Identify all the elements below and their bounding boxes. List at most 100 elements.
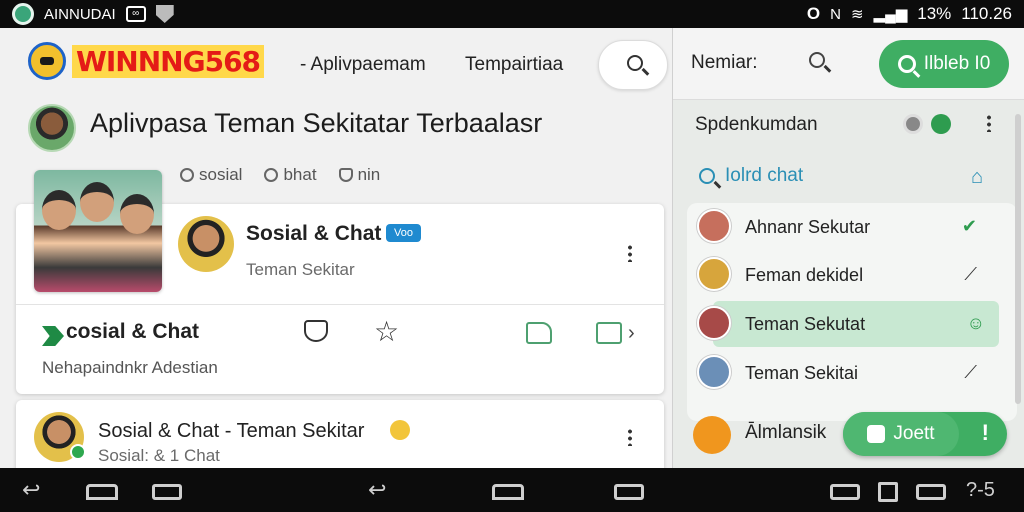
back-icon[interactable]: ↩ [368, 478, 386, 502]
person-face [42, 190, 76, 230]
alarm-icon: O [806, 4, 821, 23]
shield-icon [155, 5, 174, 23]
brand-arrow-icon [42, 326, 64, 346]
profile-avatar[interactable] [28, 104, 76, 152]
battery-percent: 13% [917, 4, 952, 23]
bottom-label: Ālmlansik [745, 422, 827, 443]
recents-icon[interactable] [916, 484, 946, 500]
tag-icon [180, 168, 194, 182]
search-friends-label: Ilbleb I0 [923, 53, 991, 74]
avatar [697, 355, 731, 389]
chat-search-icon [699, 168, 715, 184]
grid-icon[interactable] [878, 482, 898, 502]
status-badge: Voo [386, 224, 421, 242]
brand-logo[interactable]: WINNNG568 [28, 42, 265, 80]
main-panel: WINNNG568 - Aplivpaemam Tempairtiaa Apli… [0, 28, 672, 496]
join-button[interactable]: Joett ! [843, 412, 1007, 456]
avatar [697, 209, 731, 243]
chip-like[interactable]: nin [338, 165, 381, 185]
section-title: cosial & Chat [66, 320, 200, 343]
search-icon [897, 55, 916, 73]
chat-link[interactable]: Iolrd chat [725, 165, 803, 187]
heart-icon [338, 168, 353, 182]
chat-bubble-icon: ☺ [966, 313, 985, 333]
list-item-active[interactable]: Teman Sekutat ☺ [713, 301, 999, 347]
person-face [120, 194, 154, 234]
status-app-name: AINNUDAI [44, 5, 116, 23]
header-link-friends[interactable]: Tempairtiaa [465, 54, 563, 76]
heart-icon[interactable] [304, 320, 328, 342]
calendar-icon[interactable] [596, 322, 622, 344]
home-icon[interactable] [86, 484, 118, 500]
chevron-right-icon[interactable]: › [628, 322, 635, 345]
search-icon [627, 55, 643, 71]
action-chips: sosial bhat nin [180, 165, 380, 185]
join-left[interactable]: Joett [843, 412, 959, 456]
side-panel-header: Nemiar: Ilbleb I0 [673, 28, 1024, 100]
back-icon[interactable]: ↩ [22, 478, 40, 502]
app-notification-icon [12, 3, 34, 25]
page-title: Aplivpasa Teman Sekitatar Terbaalasr [90, 108, 543, 138]
friend-name: Teman Sekutat [745, 314, 866, 334]
more-options-icon[interactable] [628, 428, 632, 446]
check-icon: ✔ [961, 216, 977, 236]
card-title: Sosial & Chat [246, 222, 382, 245]
more-options-icon[interactable] [987, 114, 991, 132]
avatar [697, 306, 731, 340]
search-button[interactable] [598, 40, 668, 90]
list-item[interactable]: Ahnanr Sekutar ✔ [673, 204, 1003, 250]
chip-chat[interactable]: bhat [264, 165, 317, 185]
wifi-icon: ≋ [850, 6, 864, 23]
logo-text: WINNNG568 [72, 44, 265, 78]
more-options-icon[interactable] [628, 244, 632, 262]
chip-chat-label: bhat [283, 165, 317, 184]
keyboard-icon[interactable] [830, 484, 860, 500]
status-bar: AINNUDAI ∞ O N ≋ ▂▄▆ 13% 110.26 [0, 0, 1024, 28]
online-indicator [70, 444, 86, 460]
orange-app-icon[interactable] [693, 416, 731, 454]
card-subtitle: Teman Sekitar [246, 260, 355, 279]
search-icon[interactable] [809, 52, 825, 68]
mute-icon: N [830, 5, 841, 23]
search-friends-button[interactable]: Ilbleb I0 [879, 40, 1009, 88]
alert-icon[interactable]: ! [982, 420, 989, 446]
status-left: AINNUDAI ∞ [12, 3, 174, 25]
nav-right-text: ?-5 [966, 479, 995, 501]
friend-name: Feman dekidel [745, 265, 864, 285]
chip-social[interactable]: sosial [180, 165, 242, 185]
status-right: O N ≋ ▂▄▆ 13% 110.26 [807, 4, 1012, 24]
divider [16, 304, 664, 305]
recents-icon[interactable] [152, 484, 182, 500]
chip-social-label: sosial [199, 165, 243, 184]
star-icon[interactable]: ☆ [374, 318, 399, 346]
join-icon [867, 425, 886, 443]
chip-like-label: nin [357, 165, 381, 184]
section-subtitle: Nehapaindnkr Adestian [42, 358, 218, 377]
section-label: Spdenkumdan [695, 114, 818, 135]
clock: 110.26 [961, 4, 1012, 23]
list-item[interactable]: Teman Sekitai ⟋ [673, 350, 1003, 396]
navigation-bar: ↩ ↩ ?-5 [0, 468, 1024, 512]
edit-icon: ⟋ [964, 362, 977, 382]
group-photo[interactable] [34, 170, 162, 292]
friend-name: Ahnanr Sekutar [745, 217, 871, 237]
card-subtitle: Sosial: & 1 Chat [98, 446, 220, 465]
toggle-on-icon[interactable] [931, 114, 951, 134]
header-link-apps[interactable]: - Aplivpaemam [300, 54, 426, 76]
join-label: Joett [893, 423, 935, 444]
search-label: Nemiar: [691, 52, 758, 73]
mascot-icon [28, 42, 66, 80]
recents-icon[interactable] [614, 484, 644, 500]
smiley-icon [390, 420, 410, 440]
bookmark-icon[interactable] [526, 322, 552, 344]
person-face [80, 182, 114, 222]
chat-icon [264, 168, 279, 182]
toggle-off-icon[interactable] [903, 114, 923, 134]
link-icon[interactable]: ⌂ [971, 166, 983, 189]
avatar [697, 257, 731, 291]
list-item[interactable]: Feman dekidel ⟋ [673, 252, 1003, 298]
scrollbar[interactable] [1015, 114, 1021, 404]
home-icon[interactable] [492, 484, 524, 500]
bottom-bar: Ālmlansik Joett ! [673, 406, 1024, 468]
card-title: Sosial & Chat - Teman Sekitar [98, 420, 365, 442]
